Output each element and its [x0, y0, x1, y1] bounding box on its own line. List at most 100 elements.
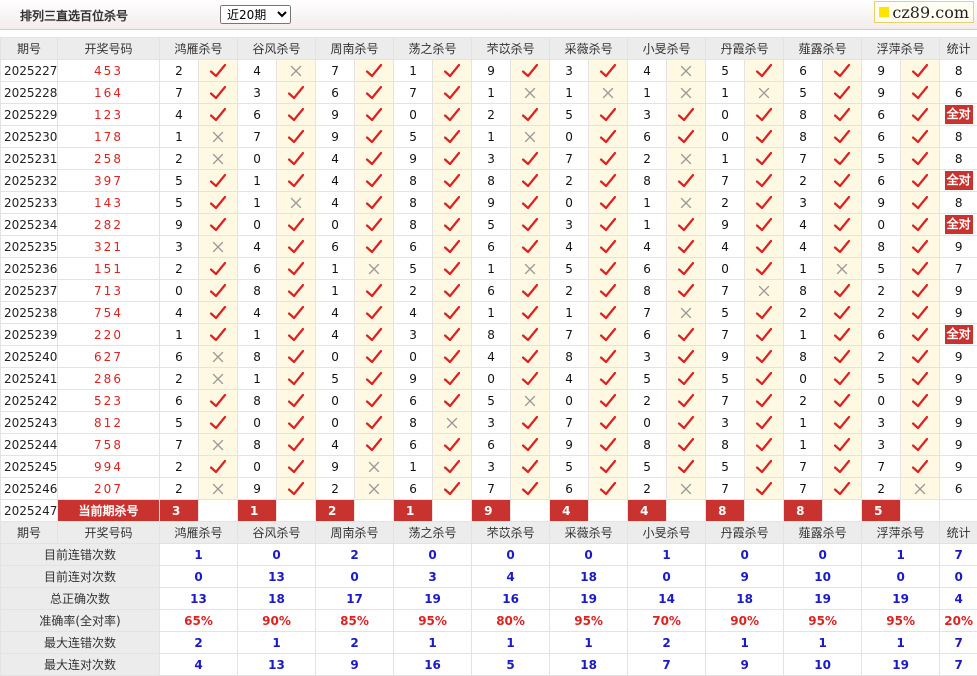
pick-cell: 7	[706, 170, 745, 192]
check-icon	[833, 349, 851, 365]
result-cell	[199, 60, 238, 82]
result-cell	[199, 258, 238, 280]
result-cell	[823, 280, 862, 302]
check-icon	[911, 437, 929, 453]
stats-value: 2	[316, 544, 394, 566]
pick-cell: 1	[316, 280, 355, 302]
stats-header-predictor: 浮萍杀号	[862, 522, 940, 544]
result-cell	[511, 104, 550, 126]
pick-cell: 3	[472, 148, 511, 170]
pick-cell: 1	[550, 82, 589, 104]
result-cell	[433, 280, 472, 302]
current-kill-spacer	[901, 500, 940, 522]
table-row: 202523771308126287829	[1, 280, 977, 302]
pick-cell: 1	[706, 82, 745, 104]
table-row: 202523125820493721758	[1, 148, 977, 170]
pick-cell: 6	[316, 82, 355, 104]
result-cell	[355, 478, 394, 500]
pick-cell: 7	[706, 390, 745, 412]
header-predictor: 荡之杀号	[394, 38, 472, 60]
pick-cell: 5	[160, 170, 199, 192]
result-cell	[901, 390, 940, 412]
check-icon	[833, 107, 851, 123]
result-cell	[511, 82, 550, 104]
result-cell	[745, 368, 784, 390]
all-correct-badge: 全对	[945, 215, 973, 234]
result-cell	[901, 236, 940, 258]
stats-value: 0	[550, 544, 628, 566]
result-cell	[667, 456, 706, 478]
check-icon	[677, 349, 695, 365]
pick-cell: 7	[550, 412, 589, 434]
period-cell: 2025244	[1, 434, 58, 456]
pick-cell: 1	[628, 82, 667, 104]
result-cell	[589, 82, 628, 104]
current-kill-spacer	[589, 500, 628, 522]
current-kill-value: 2	[316, 500, 355, 522]
pick-cell: 8	[238, 280, 277, 302]
stats-value: 95%	[550, 610, 628, 632]
result-cell	[667, 280, 706, 302]
header-predictor: 谷风杀号	[238, 38, 316, 60]
result-cell	[667, 368, 706, 390]
result-cell	[901, 412, 940, 434]
result-cell	[823, 126, 862, 148]
stats-row: 目前连对次数01303418091000	[1, 566, 977, 588]
pick-cell: 0	[784, 368, 823, 390]
check-icon	[755, 349, 773, 365]
stats-value: 10	[784, 566, 862, 588]
check-icon	[209, 393, 227, 409]
result-cell	[277, 82, 316, 104]
result-cell	[355, 346, 394, 368]
check-icon	[599, 327, 617, 343]
draw-number-cell: 220	[58, 324, 160, 346]
pick-cell: 3	[472, 456, 511, 478]
check-icon	[287, 283, 305, 299]
pick-cell: 0	[394, 104, 433, 126]
result-cell	[745, 324, 784, 346]
check-icon	[833, 239, 851, 255]
period-cell: 2025234	[1, 214, 58, 236]
current-kill-value: 1	[394, 500, 433, 522]
current-kill-value: 8	[784, 500, 823, 522]
pick-cell: 2	[706, 192, 745, 214]
result-cell	[355, 214, 394, 236]
check-icon	[521, 415, 539, 431]
pick-cell: 0	[550, 390, 589, 412]
result-cell	[901, 456, 940, 478]
current-kill-spacer	[433, 500, 472, 522]
check-icon	[365, 151, 383, 167]
cross-icon	[524, 131, 536, 143]
result-cell	[433, 126, 472, 148]
check-icon	[521, 239, 539, 255]
stats-header-predictor: 荡之杀号	[394, 522, 472, 544]
pick-cell: 7	[238, 126, 277, 148]
pick-cell: 5	[160, 412, 199, 434]
site-logo[interactable]: cz89.com	[874, 1, 974, 23]
current-kill-value: 8	[706, 500, 745, 522]
pick-cell: 2	[628, 148, 667, 170]
pick-cell: 3	[706, 412, 745, 434]
period-range-select[interactable]: 近20期	[220, 5, 291, 24]
pick-cell: 1	[394, 60, 433, 82]
check-icon	[365, 173, 383, 189]
check-icon	[677, 107, 695, 123]
stats-total: 7	[940, 632, 977, 654]
header-predictor: 丹霞杀号	[706, 38, 784, 60]
check-icon	[365, 305, 383, 321]
check-icon	[443, 195, 461, 211]
draw-number-cell: 812	[58, 412, 160, 434]
result-cell	[199, 82, 238, 104]
pick-cell: 9	[472, 60, 511, 82]
total-cell: 全对	[940, 104, 977, 126]
pick-cell: 5	[706, 368, 745, 390]
result-cell	[511, 478, 550, 500]
pick-cell: 3	[394, 324, 433, 346]
result-cell	[199, 104, 238, 126]
check-icon	[599, 393, 617, 409]
check-icon	[911, 349, 929, 365]
pick-cell: 8	[784, 104, 823, 126]
pick-cell: 0	[706, 258, 745, 280]
result-cell	[355, 258, 394, 280]
result-cell	[589, 214, 628, 236]
